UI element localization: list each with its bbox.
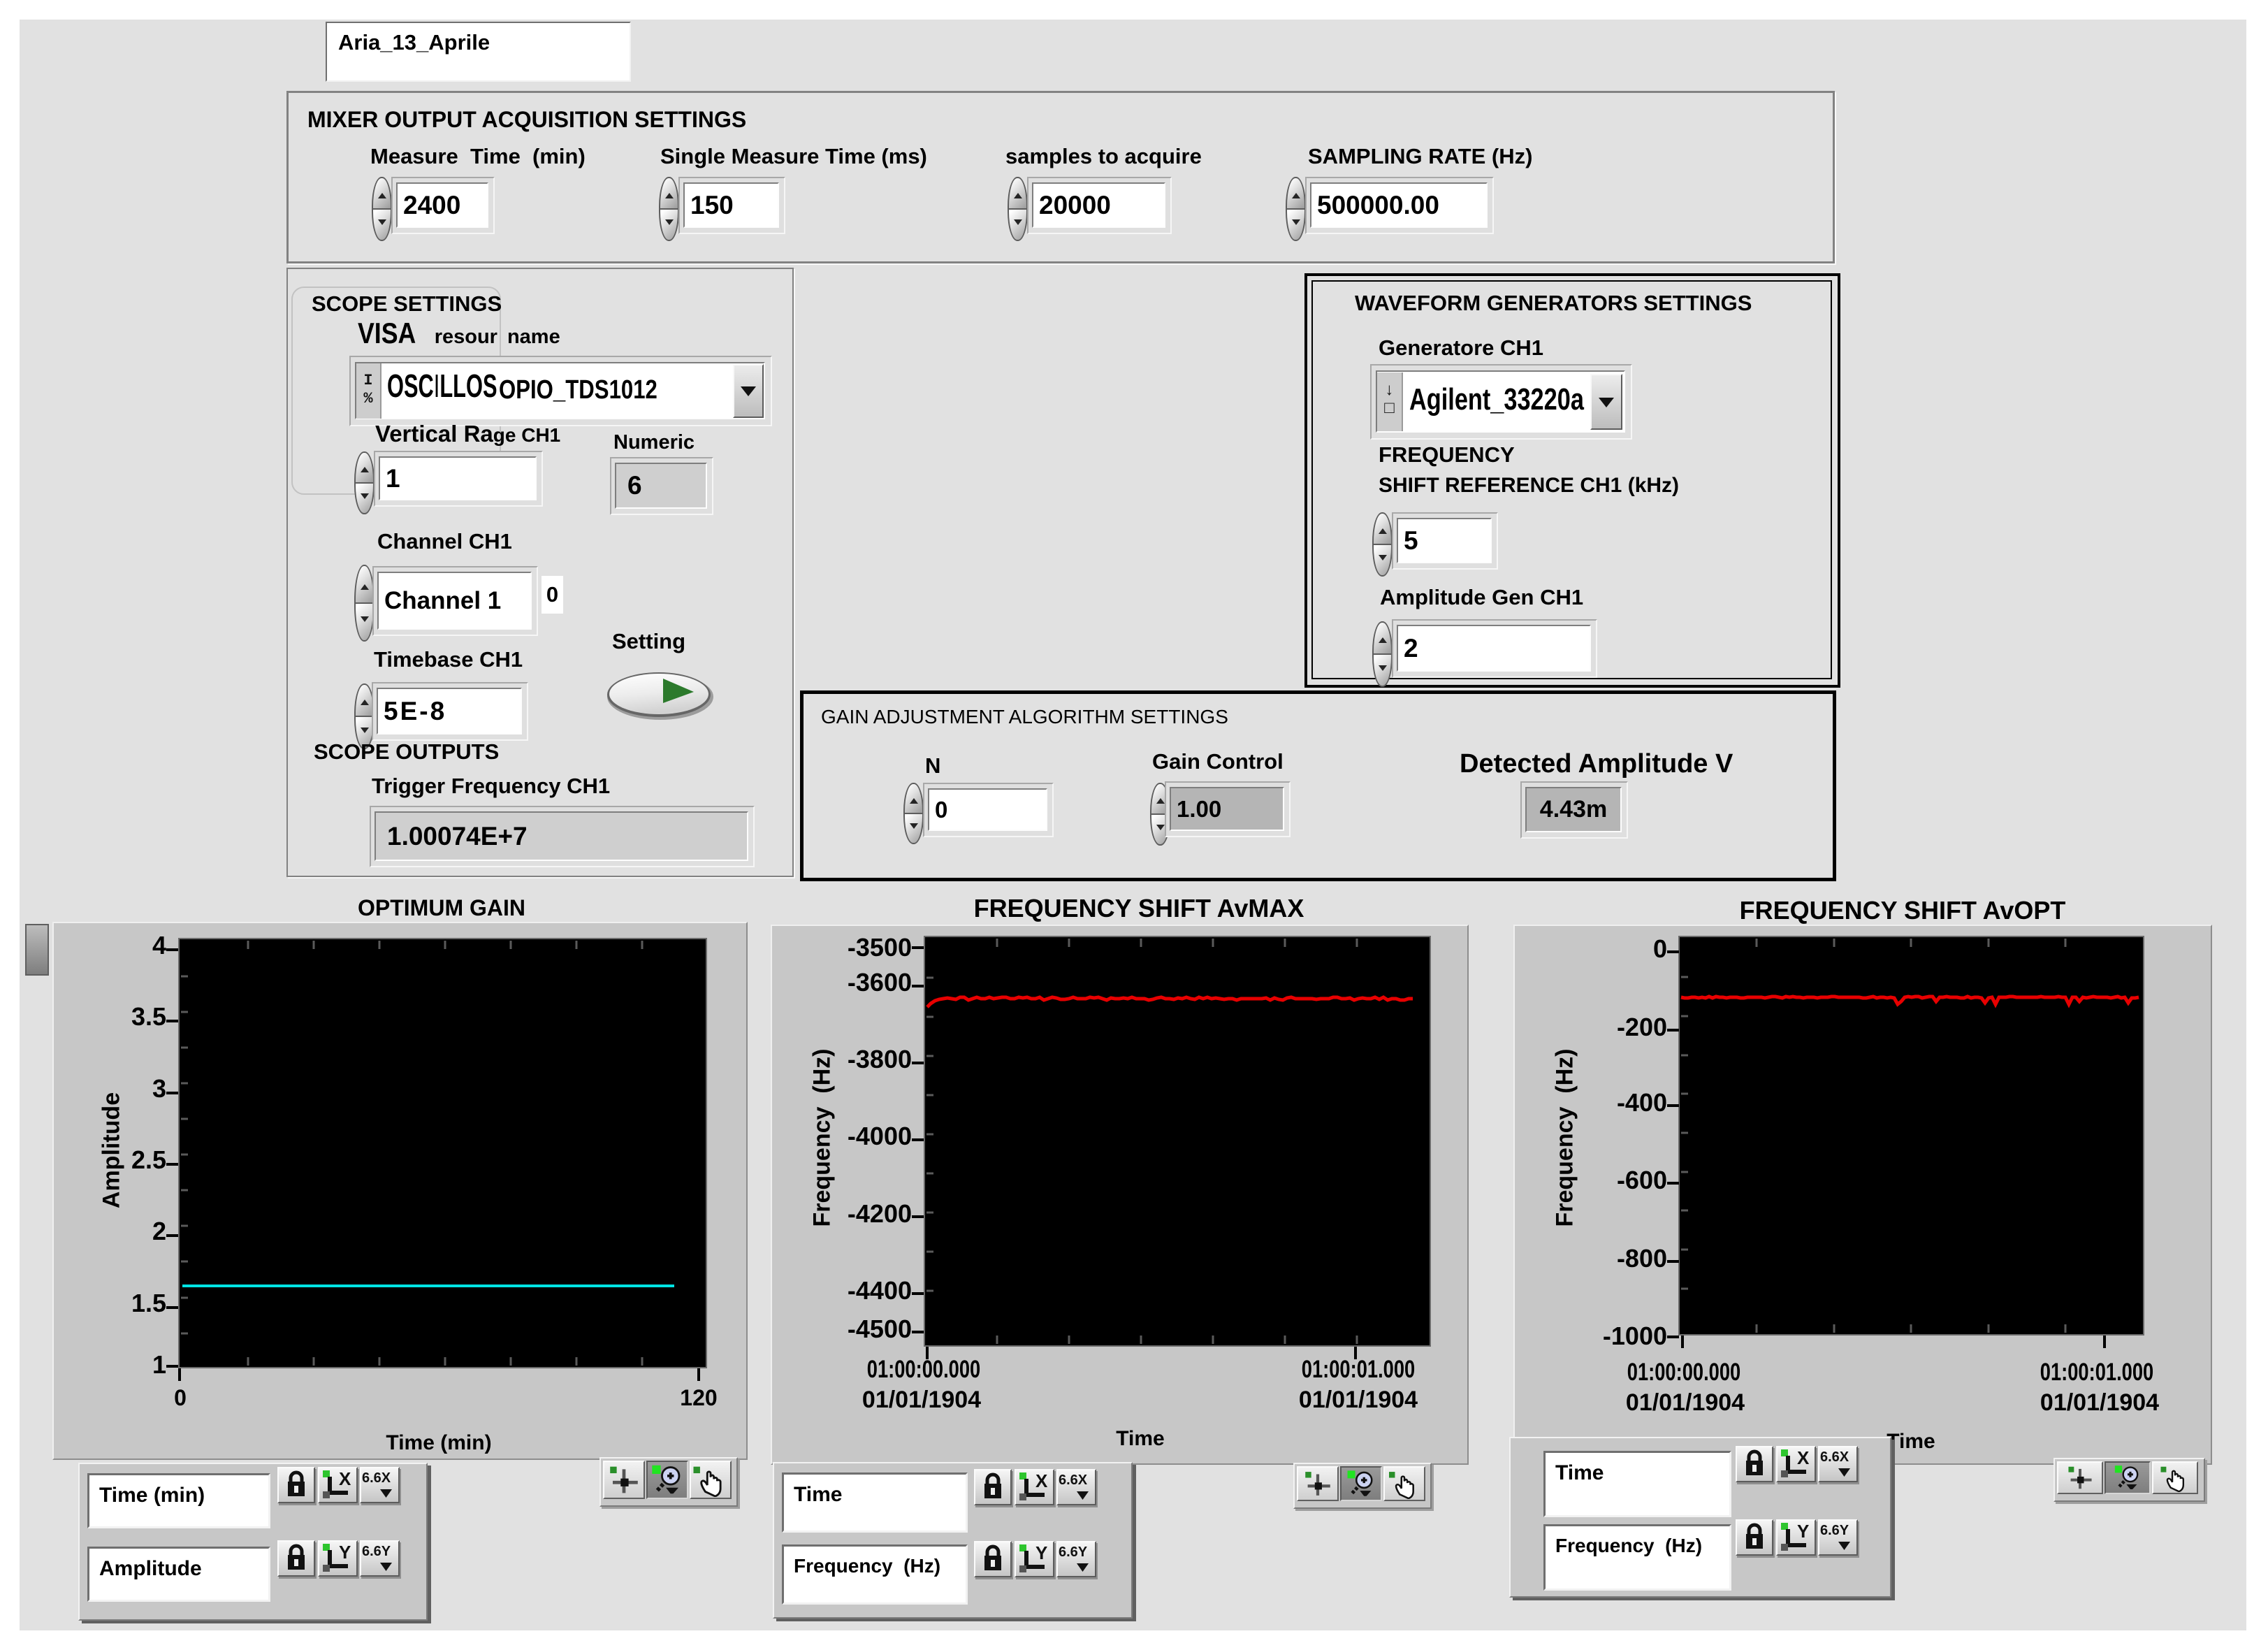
svg-text:Y: Y [1035, 1542, 1047, 1563]
svg-text:Y: Y [1797, 1521, 1809, 1542]
svg-text:X: X [339, 1468, 351, 1489]
svg-text:6.6X: 6.6X [1820, 1449, 1849, 1465]
svg-text:6.6X: 6.6X [1059, 1472, 1088, 1488]
svg-text:6.6Y: 6.6Y [1820, 1523, 1849, 1538]
svg-text:6.6Y: 6.6Y [1059, 1544, 1088, 1560]
svg-text:6.6X: 6.6X [362, 1470, 391, 1486]
svg-text:X: X [1035, 1470, 1048, 1491]
svg-text:6.6Y: 6.6Y [362, 1544, 391, 1559]
svg-text:Y: Y [339, 1542, 351, 1563]
svg-text:X: X [1797, 1447, 1810, 1468]
